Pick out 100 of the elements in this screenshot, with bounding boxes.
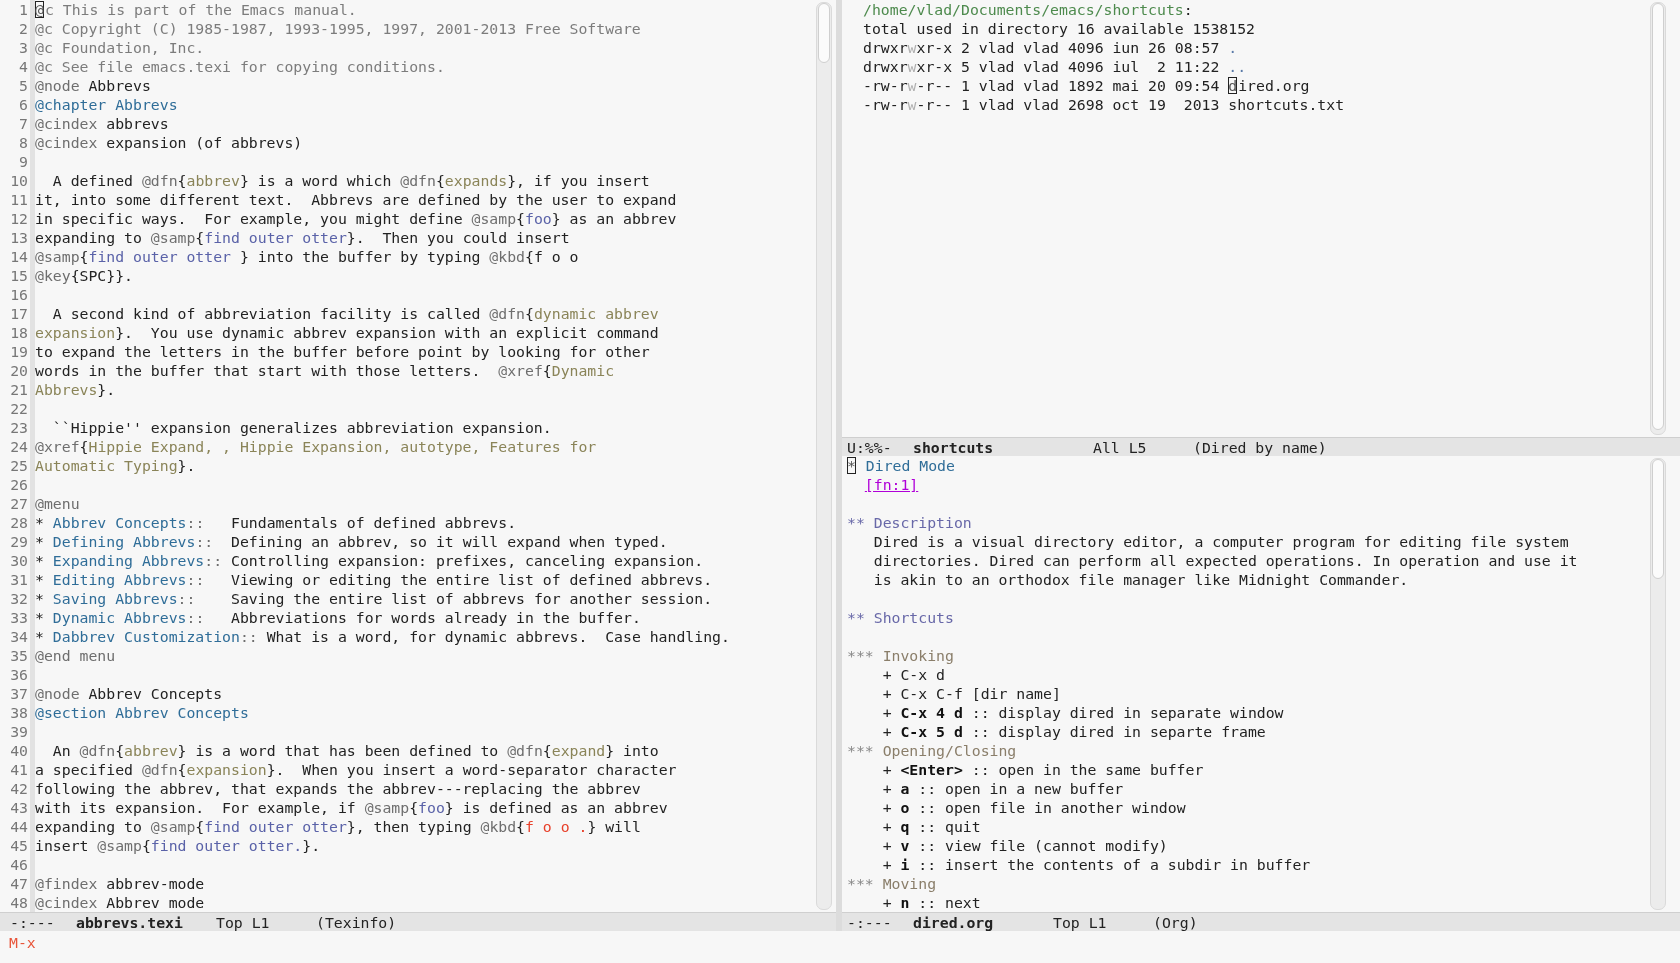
- major-mode: (Texinfo): [316, 913, 397, 931]
- code-line: * Expanding Abbrevs:: Controlling expansion: prefixes, canceling expansion.: [35, 551, 705, 570]
- code-line: Abbrevs}.: [35, 380, 117, 399]
- line-number: 26: [9, 475, 28, 494]
- code-line: -rw-rw-r-- 1 vlad vlad 2698 oct 19 2013 shortcuts.txt: [863, 95, 1346, 114]
- code-line: + <Enter> :: open in the same buffer: [881, 760, 1205, 779]
- line-number: 39: [9, 722, 28, 741]
- code-line: to expand the letters in the buffer before point by looking for other: [35, 342, 651, 361]
- line-number: 31: [9, 570, 28, 589]
- line-number: 35: [9, 646, 28, 665]
- line-number: 46: [9, 855, 28, 874]
- code-line: expanding to @samp{find outer otter}, then typing @kbd{f o o .} will: [35, 817, 642, 836]
- line-number: 16: [9, 285, 28, 304]
- code-line: *** Invoking: [847, 646, 955, 665]
- scrollbar-track[interactable]: [1650, 458, 1666, 910]
- code-line: a specified @dfn{expansion}. When you insert a word-separator character: [35, 760, 678, 779]
- line-number: 19: [9, 342, 28, 361]
- line-number: 42: [9, 779, 28, 798]
- scrollbar-track[interactable]: [1650, 2, 1666, 435]
- code-line: @samp{find outer otter } into the buffer by typing @kbd{f o o: [35, 247, 580, 266]
- scrollbar-track[interactable]: [816, 2, 832, 910]
- major-mode: (Org): [1153, 913, 1198, 931]
- line-number: 14: [9, 247, 28, 266]
- line-number: 9: [18, 152, 28, 171]
- code-line: in specific ways. For example, you might define @samp{foo} as an abbrev: [35, 209, 678, 228]
- code-line: directories. Dired can perform all expected operations. In operation and use it: [872, 551, 1579, 570]
- code-line: A defined @dfn{abbrev} is a word which @dfn{expands}, if you insert: [51, 171, 651, 190]
- code-line: * Abbrev Concepts:: Fundamentals of defined abbrevs.: [35, 513, 518, 532]
- code-line: it, into some different text. Abbrevs are defined by the user to expand: [35, 190, 678, 209]
- code-line: A second kind of abbreviation facility is called @dfn{dynamic abbrev: [51, 304, 660, 323]
- line-number: 36: [9, 665, 28, 684]
- code-line: @key{SPC}}.: [35, 266, 134, 285]
- line-number: 13: [9, 228, 28, 247]
- code-line: @c See file emacs.texi for copying conditions.: [35, 57, 446, 76]
- code-line: * Dynamic Abbrevs:: Abbreviations for words already in the buffer.: [35, 608, 642, 627]
- scrollbar-thumb[interactable]: [818, 3, 830, 63]
- line-number: 18: [9, 323, 28, 342]
- buffer-position: Top L1: [1053, 913, 1108, 931]
- line-number: 23: [9, 418, 28, 437]
- code-line: * Saving Abbrevs:: Saving the entire list of abbrevs for another session.: [35, 589, 714, 608]
- scrollbar-thumb[interactable]: [1652, 459, 1664, 579]
- code-line: + a :: open in a new buffer: [881, 779, 1125, 798]
- line-number: 27: [9, 494, 28, 513]
- code-line: @xref{Hippie Expand, , Hippie Expansion, autotype, Features for: [35, 437, 598, 456]
- code-line: @menu: [35, 494, 81, 513]
- code-line: *** Moving: [847, 874, 938, 893]
- line-number: 24: [9, 437, 28, 456]
- line-number: 48: [9, 893, 28, 912]
- code-line: + i :: insert the contents of a subdir in buffer: [881, 855, 1312, 874]
- line-number: 37: [9, 684, 28, 703]
- code-line: @c Foundation, Inc.: [35, 38, 206, 57]
- line-number: 43: [9, 798, 28, 817]
- line-number: 29: [9, 532, 28, 551]
- code-line: * Editing Abbrevs:: Viewing or editing the entire list of defined abbrevs.: [35, 570, 714, 589]
- code-line: drwxrwxr-x 5 vlad vlad 4096 iul 2 11:22 ..: [863, 57, 1248, 76]
- line-number: 38: [9, 703, 28, 722]
- code-line: ** Description: [847, 513, 973, 532]
- code-line: insert @samp{find outer otter.}.: [35, 836, 322, 855]
- code-line: + C-x 5 d :: display dired in separte frame: [881, 722, 1267, 741]
- code-line: + o :: open file in another window: [881, 798, 1187, 817]
- line-number: 25: [9, 456, 28, 475]
- line-number: 21: [9, 380, 28, 399]
- buffer-name: dired.org: [913, 913, 995, 931]
- code-line: ** Shortcuts: [847, 608, 955, 627]
- code-line: @cindex expansion (of abbrevs): [35, 133, 304, 152]
- line-number: 33: [9, 608, 28, 627]
- buffer-position: Top L1: [216, 913, 271, 931]
- code-line: * Defining Abbrevs:: Defining an abbrev, so it will expand when typed.: [35, 532, 669, 551]
- code-line: @cindex Abbrev mode: [35, 893, 206, 912]
- code-line: @node Abbrev Concepts: [35, 684, 224, 703]
- line-number: 5: [18, 76, 28, 95]
- mode-line-status: -:---: [10, 913, 56, 931]
- line-number: 45: [9, 836, 28, 855]
- code-line: Dired is a visual directory editor, a computer program for editing file system: [872, 532, 1570, 551]
- line-number: 41: [9, 760, 28, 779]
- code-line: /home/vlad/Documents/emacs/shortcuts:: [863, 0, 1194, 19]
- line-number: 3: [18, 38, 28, 57]
- code-line: words in the buffer that start with those letters. @xref{Dynamic: [35, 361, 616, 380]
- code-line: drwxrwxr-x 2 vlad vlad 4096 iun 26 08:57 .: [863, 38, 1239, 57]
- code-line: + n :: next: [881, 893, 982, 912]
- major-mode: (Dired by name): [1193, 438, 1327, 456]
- line-number: 20: [9, 361, 28, 380]
- code-line: -rw-rw-r-- 1 vlad vlad 1892 mai 20 09:54 d ired.org: [863, 76, 1311, 95]
- code-line: @end menu: [35, 646, 117, 665]
- line-number: 15: [9, 266, 28, 285]
- line-number: 28: [9, 513, 28, 532]
- line-number: 40: [9, 741, 28, 760]
- code-line: @chapter Abbrevs: [35, 95, 179, 114]
- code-line: + C-x 4 d :: display dired in separate window: [881, 703, 1285, 722]
- line-number: 12: [9, 209, 28, 228]
- line-number: 4: [18, 57, 28, 76]
- buffer-position: All L5: [1093, 438, 1148, 456]
- code-line: with its expansion. For example, if @samp{foo} is defined as an abbrev: [35, 798, 669, 817]
- code-line: An @dfn{abbrev} is a word that has been defined to @dfn{expand} into: [51, 741, 660, 760]
- code-line: + C-x C-f [dir name]: [881, 684, 1062, 703]
- scrollbar-thumb[interactable]: [1652, 3, 1664, 430]
- line-number: 30: [9, 551, 28, 570]
- line-number: 22: [9, 399, 28, 418]
- line-number: 47: [9, 874, 28, 893]
- code-line: is akin to an orthodox file manager like Midnight Commander.: [872, 570, 1410, 589]
